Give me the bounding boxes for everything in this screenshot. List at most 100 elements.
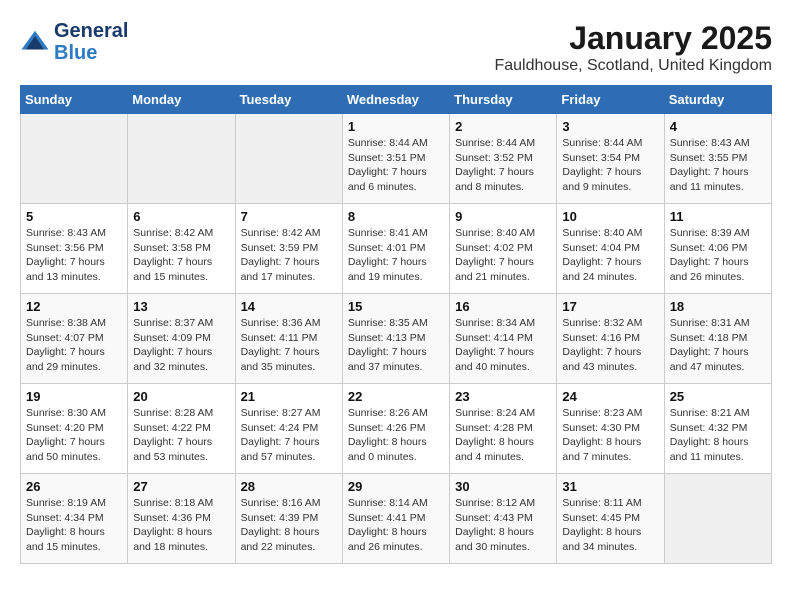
day-number: 4: [670, 119, 766, 134]
day-info: Sunrise: 8:26 AMSunset: 4:26 PMDaylight:…: [348, 406, 444, 465]
calendar-cell: [235, 114, 342, 204]
logo-text-line2: Blue: [54, 42, 128, 64]
day-info: Sunrise: 8:28 AMSunset: 4:22 PMDaylight:…: [133, 406, 229, 465]
day-info: Sunrise: 8:12 AMSunset: 4:43 PMDaylight:…: [455, 496, 551, 555]
page-header: General Blue January 2025 Fauldhouse, Sc…: [20, 20, 772, 75]
calendar-cell: 24 Sunrise: 8:23 AMSunset: 4:30 PMDaylig…: [557, 384, 664, 474]
day-number: 13: [133, 299, 229, 314]
day-info: Sunrise: 8:36 AMSunset: 4:11 PMDaylight:…: [241, 316, 337, 375]
calendar-cell: 23 Sunrise: 8:24 AMSunset: 4:28 PMDaylig…: [450, 384, 557, 474]
day-number: 10: [562, 209, 658, 224]
calendar-cell: 25 Sunrise: 8:21 AMSunset: 4:32 PMDaylig…: [664, 384, 771, 474]
day-number: 11: [670, 209, 766, 224]
day-number: 17: [562, 299, 658, 314]
calendar-week-1: 1 Sunrise: 8:44 AMSunset: 3:51 PMDayligh…: [21, 114, 772, 204]
day-info: Sunrise: 8:39 AMSunset: 4:06 PMDaylight:…: [670, 226, 766, 285]
weekday-header-row: SundayMondayTuesdayWednesdayThursdayFrid…: [21, 86, 772, 114]
day-info: Sunrise: 8:16 AMSunset: 4:39 PMDaylight:…: [241, 496, 337, 555]
day-info: Sunrise: 8:41 AMSunset: 4:01 PMDaylight:…: [348, 226, 444, 285]
day-number: 26: [26, 479, 122, 494]
calendar-week-4: 19 Sunrise: 8:30 AMSunset: 4:20 PMDaylig…: [21, 384, 772, 474]
day-info: Sunrise: 8:42 AMSunset: 3:58 PMDaylight:…: [133, 226, 229, 285]
calendar-cell: [128, 114, 235, 204]
calendar-cell: 15 Sunrise: 8:35 AMSunset: 4:13 PMDaylig…: [342, 294, 449, 384]
calendar-cell: 19 Sunrise: 8:30 AMSunset: 4:20 PMDaylig…: [21, 384, 128, 474]
day-number: 20: [133, 389, 229, 404]
calendar-body: 1 Sunrise: 8:44 AMSunset: 3:51 PMDayligh…: [21, 114, 772, 564]
day-number: 14: [241, 299, 337, 314]
calendar-cell: 16 Sunrise: 8:34 AMSunset: 4:14 PMDaylig…: [450, 294, 557, 384]
calendar-cell: [21, 114, 128, 204]
month-title: January 2025: [494, 20, 772, 57]
day-info: Sunrise: 8:44 AMSunset: 3:51 PMDaylight:…: [348, 136, 444, 195]
calendar-cell: 5 Sunrise: 8:43 AMSunset: 3:56 PMDayligh…: [21, 204, 128, 294]
calendar-cell: 7 Sunrise: 8:42 AMSunset: 3:59 PMDayligh…: [235, 204, 342, 294]
day-number: 12: [26, 299, 122, 314]
location-title: Fauldhouse, Scotland, United Kingdom: [494, 57, 772, 75]
weekday-header-saturday: Saturday: [664, 86, 771, 114]
day-number: 6: [133, 209, 229, 224]
day-info: Sunrise: 8:27 AMSunset: 4:24 PMDaylight:…: [241, 406, 337, 465]
calendar-week-3: 12 Sunrise: 8:38 AMSunset: 4:07 PMDaylig…: [21, 294, 772, 384]
day-info: Sunrise: 8:40 AMSunset: 4:04 PMDaylight:…: [562, 226, 658, 285]
day-number: 2: [455, 119, 551, 134]
logo-text-line1: General: [54, 20, 128, 42]
day-info: Sunrise: 8:18 AMSunset: 4:36 PMDaylight:…: [133, 496, 229, 555]
day-info: Sunrise: 8:44 AMSunset: 3:52 PMDaylight:…: [455, 136, 551, 195]
day-info: Sunrise: 8:35 AMSunset: 4:13 PMDaylight:…: [348, 316, 444, 375]
calendar-cell: 30 Sunrise: 8:12 AMSunset: 4:43 PMDaylig…: [450, 474, 557, 564]
calendar-cell: 21 Sunrise: 8:27 AMSunset: 4:24 PMDaylig…: [235, 384, 342, 474]
day-info: Sunrise: 8:34 AMSunset: 4:14 PMDaylight:…: [455, 316, 551, 375]
calendar-table: SundayMondayTuesdayWednesdayThursdayFrid…: [20, 85, 772, 564]
calendar-cell: 26 Sunrise: 8:19 AMSunset: 4:34 PMDaylig…: [21, 474, 128, 564]
calendar-cell: 3 Sunrise: 8:44 AMSunset: 3:54 PMDayligh…: [557, 114, 664, 204]
weekday-header-sunday: Sunday: [21, 86, 128, 114]
day-info: Sunrise: 8:24 AMSunset: 4:28 PMDaylight:…: [455, 406, 551, 465]
day-number: 25: [670, 389, 766, 404]
day-number: 18: [670, 299, 766, 314]
logo-icon: [20, 27, 50, 57]
day-number: 7: [241, 209, 337, 224]
day-info: Sunrise: 8:23 AMSunset: 4:30 PMDaylight:…: [562, 406, 658, 465]
day-info: Sunrise: 8:43 AMSunset: 3:56 PMDaylight:…: [26, 226, 122, 285]
day-info: Sunrise: 8:32 AMSunset: 4:16 PMDaylight:…: [562, 316, 658, 375]
calendar-cell: 1 Sunrise: 8:44 AMSunset: 3:51 PMDayligh…: [342, 114, 449, 204]
day-info: Sunrise: 8:38 AMSunset: 4:07 PMDaylight:…: [26, 316, 122, 375]
calendar-week-2: 5 Sunrise: 8:43 AMSunset: 3:56 PMDayligh…: [21, 204, 772, 294]
logo: General Blue: [20, 20, 128, 64]
day-number: 30: [455, 479, 551, 494]
day-number: 23: [455, 389, 551, 404]
calendar-cell: [664, 474, 771, 564]
day-number: 27: [133, 479, 229, 494]
day-number: 19: [26, 389, 122, 404]
calendar-cell: 28 Sunrise: 8:16 AMSunset: 4:39 PMDaylig…: [235, 474, 342, 564]
calendar-cell: 9 Sunrise: 8:40 AMSunset: 4:02 PMDayligh…: [450, 204, 557, 294]
calendar-cell: 12 Sunrise: 8:38 AMSunset: 4:07 PMDaylig…: [21, 294, 128, 384]
day-info: Sunrise: 8:44 AMSunset: 3:54 PMDaylight:…: [562, 136, 658, 195]
weekday-header-wednesday: Wednesday: [342, 86, 449, 114]
title-area: January 2025 Fauldhouse, Scotland, Unite…: [494, 20, 772, 75]
calendar-cell: 29 Sunrise: 8:14 AMSunset: 4:41 PMDaylig…: [342, 474, 449, 564]
calendar-cell: 18 Sunrise: 8:31 AMSunset: 4:18 PMDaylig…: [664, 294, 771, 384]
day-number: 9: [455, 209, 551, 224]
day-number: 31: [562, 479, 658, 494]
calendar-cell: 8 Sunrise: 8:41 AMSunset: 4:01 PMDayligh…: [342, 204, 449, 294]
calendar-cell: 20 Sunrise: 8:28 AMSunset: 4:22 PMDaylig…: [128, 384, 235, 474]
day-number: 22: [348, 389, 444, 404]
day-number: 28: [241, 479, 337, 494]
day-info: Sunrise: 8:21 AMSunset: 4:32 PMDaylight:…: [670, 406, 766, 465]
day-number: 21: [241, 389, 337, 404]
day-number: 24: [562, 389, 658, 404]
calendar-cell: 17 Sunrise: 8:32 AMSunset: 4:16 PMDaylig…: [557, 294, 664, 384]
day-number: 15: [348, 299, 444, 314]
day-info: Sunrise: 8:37 AMSunset: 4:09 PMDaylight:…: [133, 316, 229, 375]
calendar-cell: 11 Sunrise: 8:39 AMSunset: 4:06 PMDaylig…: [664, 204, 771, 294]
day-info: Sunrise: 8:14 AMSunset: 4:41 PMDaylight:…: [348, 496, 444, 555]
calendar-week-5: 26 Sunrise: 8:19 AMSunset: 4:34 PMDaylig…: [21, 474, 772, 564]
day-number: 3: [562, 119, 658, 134]
day-info: Sunrise: 8:19 AMSunset: 4:34 PMDaylight:…: [26, 496, 122, 555]
calendar-cell: 27 Sunrise: 8:18 AMSunset: 4:36 PMDaylig…: [128, 474, 235, 564]
day-number: 5: [26, 209, 122, 224]
calendar-cell: 13 Sunrise: 8:37 AMSunset: 4:09 PMDaylig…: [128, 294, 235, 384]
calendar-cell: 10 Sunrise: 8:40 AMSunset: 4:04 PMDaylig…: [557, 204, 664, 294]
